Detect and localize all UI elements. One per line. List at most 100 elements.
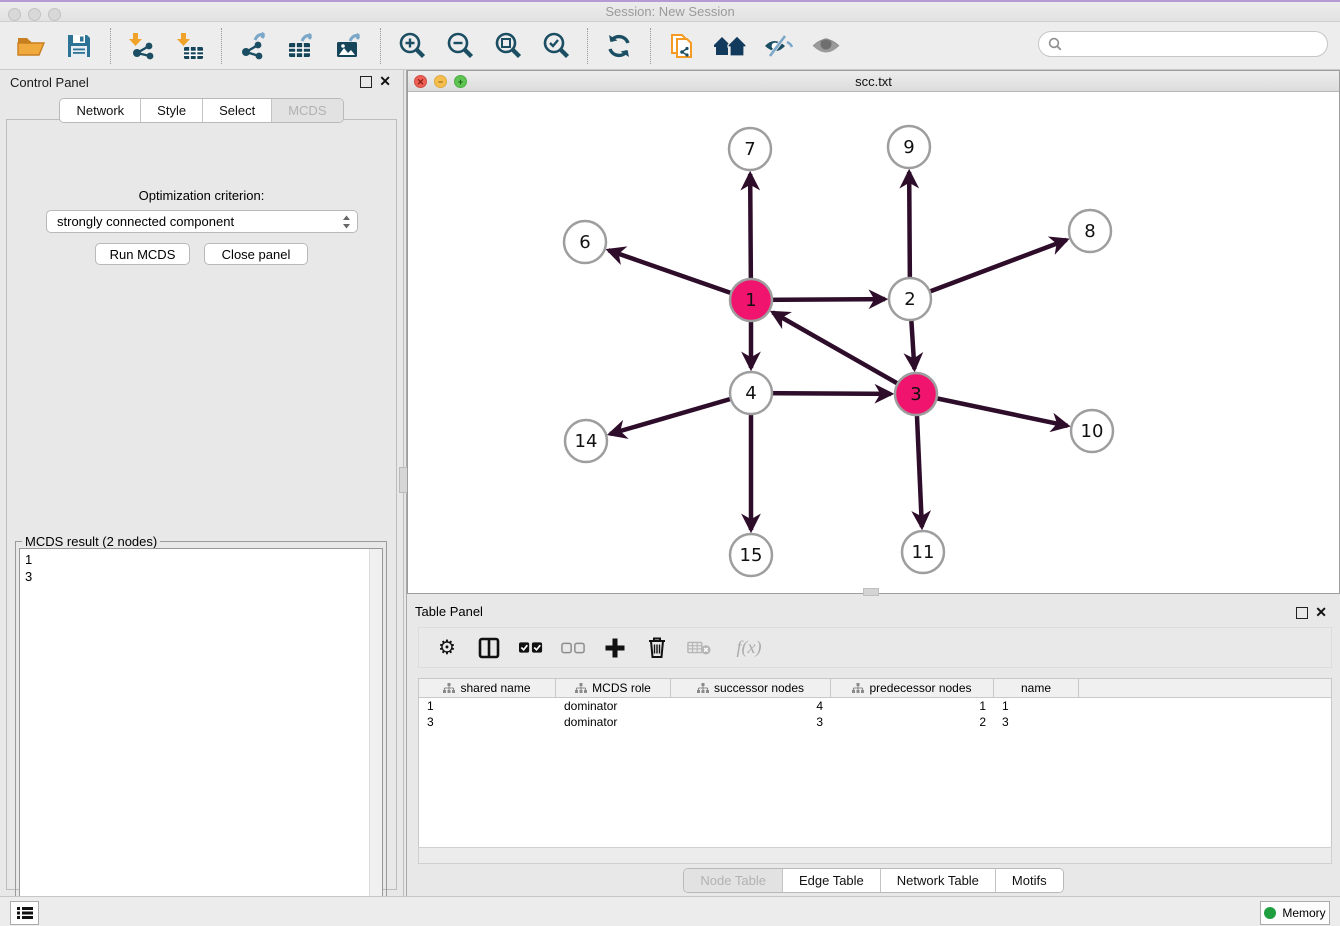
import-network-icon[interactable] — [125, 29, 159, 63]
graph-node-label-10: 10 — [1081, 421, 1104, 442]
graph-node-label-15: 15 — [740, 545, 763, 566]
network-window-titlebar[interactable]: ✕ − + scc.txt — [408, 71, 1339, 92]
save-session-icon[interactable] — [62, 29, 96, 63]
search-box[interactable] — [1038, 31, 1328, 57]
status-bar: Memory — [0, 896, 1340, 926]
graph-node-label-8: 8 — [1084, 221, 1095, 242]
graph-edge-2-8[interactable] — [910, 240, 1067, 299]
run-mcds-button[interactable]: Run MCDS — [95, 243, 190, 265]
network-window-title: scc.txt — [408, 74, 1339, 89]
tab-network-table[interactable]: Network Table — [881, 869, 996, 892]
mcds-tab-content: Optimization criterion: strongly connect… — [6, 119, 397, 890]
mcds-result-text[interactable]: 1 3 — [19, 548, 383, 918]
zoom-out-icon[interactable] — [443, 29, 477, 63]
network-graph[interactable]: 7968124314101511 — [408, 92, 1339, 593]
refresh-view-icon[interactable] — [602, 29, 636, 63]
zoom-fit-icon[interactable] — [491, 29, 525, 63]
cell-mcds-role[interactable]: dominator — [556, 698, 671, 714]
tab-network[interactable]: Network — [60, 99, 141, 122]
table-settings-icon[interactable]: ⚙ — [435, 636, 459, 660]
function-builder-icon[interactable]: f(x) — [729, 636, 769, 660]
table-panel-title: Table Panel — [415, 604, 483, 619]
cell-successor-nodes[interactable]: 3 — [671, 714, 831, 730]
table-row[interactable]: 1 dominator 4 1 1 — [419, 698, 1331, 714]
memory-label: Memory — [1282, 906, 1325, 920]
graph-node-label-6: 6 — [579, 232, 590, 253]
mcds-result-group: MCDS result (2 nodes) 1 3 — [15, 541, 387, 922]
graph-node-label-4: 4 — [745, 383, 756, 404]
cell-successor-nodes[interactable]: 4 — [671, 698, 831, 714]
zoom-selected-icon[interactable] — [539, 29, 573, 63]
hide-selected-icon[interactable] — [761, 29, 795, 63]
cell-mcds-role[interactable]: dominator — [556, 714, 671, 730]
network-view-window: ✕ − + scc.txt 7968124314101511 — [407, 70, 1340, 594]
column-header-name[interactable]: name — [994, 679, 1079, 697]
column-header-mcds-role[interactable]: MCDS role — [556, 679, 671, 697]
select-value: strongly connected component — [57, 214, 342, 229]
cell-shared-name[interactable]: 1 — [419, 698, 556, 714]
graph-edge-1-6[interactable] — [609, 250, 751, 300]
node-table: shared name MCDS role successor nodes pr… — [418, 678, 1332, 847]
delete-column-icon[interactable] — [645, 636, 669, 660]
export-table-icon[interactable] — [284, 29, 318, 63]
tab-style[interactable]: Style — [141, 99, 203, 122]
attribute-icon — [697, 683, 709, 694]
tab-node-table[interactable]: Node Table — [684, 869, 783, 892]
horizontal-splitter-handle[interactable] — [863, 588, 879, 596]
tab-select[interactable]: Select — [203, 99, 272, 122]
task-history-button[interactable] — [10, 901, 39, 925]
home-layout-icon[interactable] — [713, 29, 747, 63]
export-image-icon[interactable] — [332, 29, 366, 63]
graph-node-label-9: 9 — [903, 137, 914, 158]
import-table-icon[interactable] — [173, 29, 207, 63]
cell-predecessor-nodes[interactable]: 1 — [831, 698, 994, 714]
search-icon — [1048, 37, 1062, 51]
export-network-icon[interactable] — [236, 29, 270, 63]
attribute-icon — [852, 683, 864, 694]
window-titlebar: Session: New Session — [0, 2, 1340, 22]
application-window: Session: New Session — [0, 0, 1340, 926]
select-stepper-icon — [342, 215, 351, 229]
table-row[interactable]: 3 dominator 3 2 3 — [419, 714, 1331, 730]
column-header-successor-nodes[interactable]: successor nodes — [671, 679, 831, 697]
graph-edge-3-1[interactable] — [773, 312, 916, 394]
add-column-icon[interactable] — [603, 636, 627, 660]
graph-node-label-2: 2 — [904, 289, 915, 310]
show-all-icon[interactable] — [809, 29, 843, 63]
cell-name[interactable]: 3 — [994, 714, 1079, 730]
table-horizontal-scrollbar[interactable] — [418, 847, 1332, 864]
optimization-criterion-select[interactable]: strongly connected component — [46, 210, 358, 233]
graph-node-label-3: 3 — [910, 384, 921, 405]
mcds-result-title: MCDS result (2 nodes) — [22, 534, 160, 549]
cell-name[interactable]: 1 — [994, 698, 1079, 714]
graph-node-label-11: 11 — [912, 542, 935, 563]
cell-predecessor-nodes[interactable]: 2 — [831, 714, 994, 730]
column-header-shared-name[interactable]: shared name — [419, 679, 556, 697]
close-panel-button[interactable]: Close panel — [204, 243, 308, 265]
list-icon — [17, 906, 33, 920]
memory-button[interactable]: Memory — [1260, 901, 1330, 925]
search-input[interactable] — [1062, 37, 1327, 52]
graph-edge-3-10[interactable] — [916, 394, 1068, 426]
graph-node-label-7: 7 — [744, 139, 755, 160]
mcds-result-scrollbar[interactable] — [369, 549, 382, 917]
network-canvas[interactable]: 7968124314101511 — [408, 92, 1339, 593]
float-panel-icon[interactable] — [360, 76, 372, 88]
open-session-icon[interactable] — [14, 29, 48, 63]
close-panel-icon[interactable]: ✕ — [379, 73, 391, 90]
tab-mcds[interactable]: MCDS — [272, 99, 342, 122]
cell-shared-name[interactable]: 3 — [419, 714, 556, 730]
table-panel-tabs: Node Table Edge Table Network Table Moti… — [407, 868, 1340, 893]
column-header-predecessor-nodes[interactable]: predecessor nodes — [831, 679, 994, 697]
zoom-in-icon[interactable] — [395, 29, 429, 63]
control-panel-tabs: Network Style Select MCDS — [0, 98, 403, 123]
delete-table-icon[interactable] — [687, 636, 711, 660]
table-float-panel-icon[interactable] — [1296, 607, 1308, 619]
deselect-all-checkboxes-icon[interactable] — [561, 636, 585, 660]
table-close-panel-icon[interactable]: ✕ — [1315, 604, 1327, 621]
tab-motifs[interactable]: Motifs — [996, 869, 1063, 892]
tab-edge-table[interactable]: Edge Table — [783, 869, 881, 892]
split-view-icon[interactable] — [477, 636, 501, 660]
copy-network-icon[interactable] — [665, 29, 699, 63]
select-all-checkboxes-icon[interactable] — [519, 636, 543, 660]
